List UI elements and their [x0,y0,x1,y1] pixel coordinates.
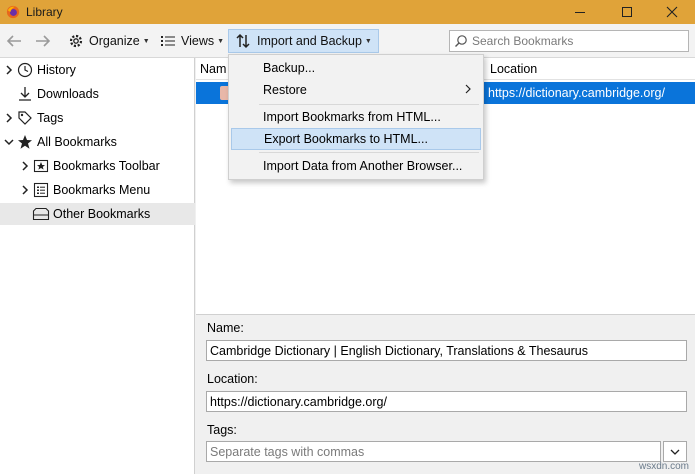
chevron-down-icon [670,449,680,455]
views-button[interactable]: Views ▼ [160,29,224,53]
import-backup-button[interactable]: Import and Backup ▼ [228,29,379,53]
close-button[interactable] [652,0,692,24]
organize-label: Organize [89,34,140,48]
tag-icon [16,110,34,126]
download-icon [16,86,34,102]
sidebar-item-bookmarks-toolbar[interactable]: Bookmarks Toolbar [0,155,195,177]
column-name-header[interactable]: Nam [200,62,226,76]
search-input[interactable]: Search Bookmarks [449,30,689,52]
menu-item-backup[interactable]: Backup... [231,57,481,79]
gear-icon [69,34,83,48]
menu-item-import-html[interactable]: Import Bookmarks from HTML... [231,106,481,128]
location-label: Location: [207,372,258,386]
forward-arrow-icon [36,35,51,47]
sidebar-item-other-bookmarks[interactable]: Other Bookmarks [0,203,195,225]
chevron-down-icon: ▼ [364,37,372,45]
sidebar-item-label: Other Bookmarks [53,207,151,221]
sidebar-item-label: Bookmarks Toolbar [53,159,160,173]
star-icon [16,134,34,150]
import-backup-label: Import and Backup [257,34,362,48]
close-icon [666,6,678,18]
import-backup-menu: Backup... Restore Import Bookmarks from … [228,54,484,180]
menu-item-import-browser[interactable]: Import Data from Another Browser... [231,155,481,177]
chevron-right-icon [465,83,471,97]
sidebar-item-bookmarks-menu[interactable]: Bookmarks Menu [0,179,195,201]
maximize-button[interactable] [607,0,647,24]
window-title: Library [26,5,63,19]
menu-separator [259,104,479,105]
menu-item-label: Export Bookmarks to HTML... [264,132,428,146]
menu-separator [259,152,479,153]
watermark: wsxdn.com [638,461,689,472]
search-placeholder: Search Bookmarks [472,34,574,48]
menu-item-label: Restore [263,83,307,97]
bookmark-details: Name: Cambridge Dictionary | English Dic… [196,314,695,474]
name-label: Name: [207,321,244,335]
maximize-icon [622,7,632,17]
sidebar-item-label: Downloads [37,87,99,101]
sidebar-item-downloads[interactable]: Downloads [0,83,195,105]
back-arrow-icon [6,35,21,47]
views-label: Views [181,34,215,48]
tags-field[interactable]: Separate tags with commas [206,441,661,462]
menu-item-restore[interactable]: Restore [231,79,481,101]
sidebar-item-label: Tags [37,111,64,125]
title-bar: Library [0,0,695,24]
minimize-button[interactable] [560,0,600,24]
chevron-right-icon[interactable] [18,161,32,171]
name-field[interactable]: Cambridge Dictionary | English Dictionar… [206,340,687,361]
forward-button[interactable] [34,29,52,53]
minimize-icon [575,12,585,13]
chevron-right-icon[interactable] [2,65,16,75]
menu-item-label: Backup... [263,61,316,75]
location-field[interactable]: https://dictionary.cambridge.org/ [206,391,687,412]
row-location: https://dictionary.cambridge.org/ [488,86,665,100]
sidebar-item-all-bookmarks[interactable]: All Bookmarks [0,131,195,153]
menu-item-label: Import Data from Another Browser... [263,159,463,173]
firefox-icon [6,5,20,19]
menu-item-export-html[interactable]: Export Bookmarks to HTML... [231,128,481,150]
sidebar-item-tags[interactable]: Tags [0,107,195,129]
column-location-header[interactable]: Location [490,62,537,76]
chevron-right-icon[interactable] [2,113,16,123]
sidebar-item-label: Bookmarks Menu [53,183,151,197]
list-view-icon [161,36,175,46]
import-export-arrows-icon [236,33,250,49]
toolbar: Organize ▼ Views ▼ Import and Backup ▼ S… [0,24,695,58]
search-icon [455,35,467,47]
sidebar-item-label: All Bookmarks [37,135,117,149]
back-button[interactable] [5,29,23,53]
chevron-down-icon: ▼ [142,37,150,45]
bookmarks-menu-icon [32,182,50,198]
bookmark-toolbar-icon [32,158,50,174]
chevron-down-icon[interactable] [2,138,16,146]
clock-icon [16,62,34,78]
folder-icon [32,206,50,222]
tags-label: Tags: [207,423,237,437]
sidebar-item-label: History [37,63,76,77]
tags-dropdown-button[interactable] [663,441,687,462]
organize-button[interactable]: Organize ▼ [68,29,150,53]
chevron-down-icon: ▼ [217,37,225,45]
library-tree: History Downloads Tags All Bookmarks Boo… [0,58,195,474]
sidebar-item-history[interactable]: History [0,59,195,81]
menu-item-label: Import Bookmarks from HTML... [263,110,441,124]
chevron-right-icon[interactable] [18,185,32,195]
